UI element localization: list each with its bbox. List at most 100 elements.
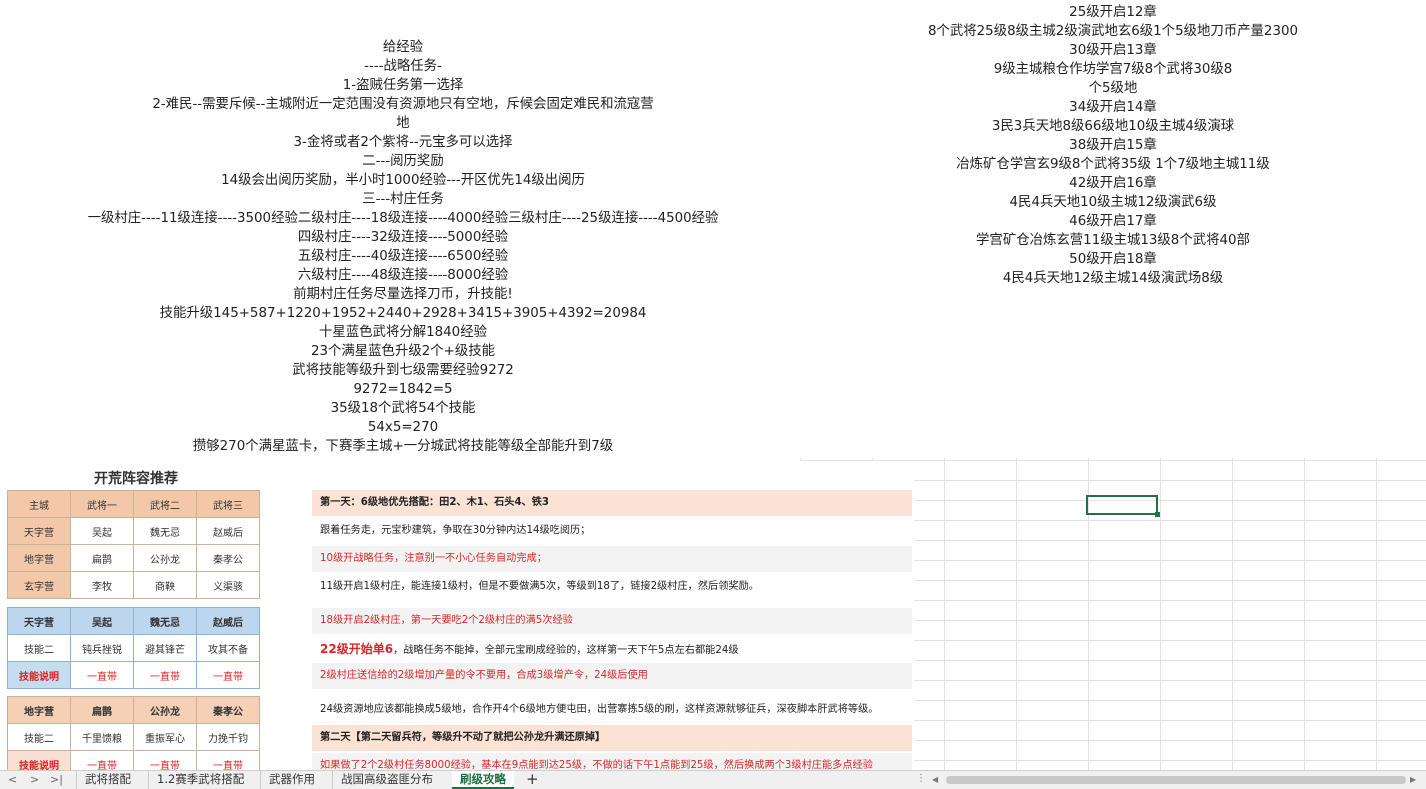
table-cell: 扁鹊 bbox=[70, 544, 134, 572]
table-cell: 重振军心 bbox=[133, 723, 197, 751]
tab-wujiang-dapei[interactable]: 武将搭配 bbox=[76, 771, 139, 789]
text-line: 8个武将25级8级主城2级演武地玄6级1个5级地刀币产量2300 bbox=[927, 24, 1299, 39]
table-row: 技能二 钝兵挫锐 避其锋芒 攻其不备 bbox=[7, 634, 260, 662]
text-line: 五级村庄----40级连接----6500经验 bbox=[297, 249, 509, 264]
table-cell: 一直带 bbox=[70, 661, 134, 689]
text-line: 二---阅历奖励 bbox=[362, 154, 444, 169]
table-cell: 避其锋芒 bbox=[133, 634, 197, 662]
sheet-tab-bar: < > >| 武将搭配 1.2赛季武将搭配 武器作用 战国高级盗匪分布 刷级攻略… bbox=[0, 770, 1426, 789]
note-day1-header: 第一天：6级地优先搭配：田2、木1、石头4、铁3 bbox=[312, 490, 912, 516]
table-cell: 地字营 bbox=[7, 544, 71, 572]
table-cell: 地字营 bbox=[7, 696, 71, 724]
table-cell: 千里馈粮 bbox=[70, 723, 134, 751]
lineup-table: 主城 武将一 武将二 武将三 天字营 吴起 魏无忌 赵威后 地字营 扁鹊 公孙龙 秦孝公 玄字营 李牧 商鞅… bbox=[7, 490, 260, 599]
table-cell: 李牧 bbox=[70, 571, 134, 599]
table-cell: 赵威后 bbox=[196, 607, 260, 635]
table-cell: 扁鹊 bbox=[70, 696, 134, 724]
table-row: 技能说明 一直带 一直带 一直带 bbox=[7, 661, 260, 689]
note-line: 18级开启2级村庄，第一天要吃2个2级村庄的满5次经验 bbox=[312, 608, 912, 634]
scrollbar-thumb[interactable] bbox=[946, 776, 1406, 784]
tab-season-lineup[interactable]: 1.2赛季武将搭配 bbox=[148, 771, 252, 789]
note-day2-header: 第二天【第二天留兵符，等级升不动了就把公孙龙升满还原掉】 bbox=[312, 725, 912, 751]
table-cell: 商鞅 bbox=[133, 571, 197, 599]
table-cell: 一直带 bbox=[133, 661, 197, 689]
add-sheet-button[interactable]: + bbox=[526, 771, 539, 787]
right-text-block[interactable]: 25级开启12章 8个武将25级8级主城2级演武地玄6级1个5级地刀币产量2300… bbox=[800, 0, 1426, 458]
text-line: 50级开启18章 bbox=[1069, 252, 1157, 267]
table-row: 地字营 扁鹊 公孙龙 秦孝公 bbox=[7, 544, 260, 572]
text-line: 4民4兵天地10级主城12级演武6级 bbox=[1009, 195, 1217, 210]
tab-leveling-guide[interactable]: 刷级攻略 bbox=[452, 771, 514, 789]
note-line: 10级开战略任务，注意别一不小心任务自动完成； bbox=[312, 546, 912, 572]
text-line: 42级开启16章 bbox=[1069, 176, 1157, 191]
table-row: 天字营 吴起 魏无忌 赵威后 bbox=[7, 517, 260, 545]
embedded-image-guide[interactable]: 开荒阵容推荐 主城 武将一 武将二 武将三 天字营 吴起 魏无忌 赵威后 地字营 扁鹊 公孙龙 秦孝公… bbox=[6, 461, 914, 771]
table-cell: 主城 bbox=[7, 490, 71, 518]
text-line: 34级开启14章 bbox=[1069, 100, 1157, 115]
selected-cell[interactable] bbox=[1086, 495, 1160, 517]
table-cell: 玄字营 bbox=[7, 571, 71, 599]
table-row: 天字营 吴起 魏无忌 赵威后 bbox=[7, 607, 260, 635]
text-line: 14级会出阅历奖励，半小时1000经验---开区优先14级出阅历 bbox=[221, 173, 585, 188]
table-cell: 武将一 bbox=[70, 490, 134, 518]
tian-camp-skill-table: 天字营 吴起 魏无忌 赵威后 技能二 钝兵挫锐 避其锋芒 攻其不备 技能说明 一直带 一直带 一直带 bbox=[7, 607, 260, 689]
nav-last-icon[interactable]: >| bbox=[50, 773, 63, 786]
table-cell: 公孙龙 bbox=[133, 696, 197, 724]
text-line: 3民3兵天地8级66级地10级主城4级演球 bbox=[991, 119, 1235, 134]
note-highlight: 22级开始单6 bbox=[320, 642, 394, 656]
table-cell: 武将三 bbox=[196, 490, 260, 518]
table-row: 玄字营 李牧 商鞅 义渠骇 bbox=[7, 571, 260, 599]
table-cell: 技能说明 bbox=[7, 750, 71, 771]
table-row: 地字营 扁鹊 公孙龙 秦孝公 bbox=[7, 696, 260, 724]
text-line: 38级开启15章 bbox=[1069, 138, 1157, 153]
scroll-left-icon[interactable]: ◀ bbox=[932, 775, 938, 784]
nav-next-icon[interactable]: > bbox=[30, 773, 39, 786]
table-cell: 一直带 bbox=[196, 750, 260, 771]
text-line: 9级主城粮仓作坊学宫7级8个武将30级8 bbox=[993, 62, 1233, 77]
table-cell: 义渠骇 bbox=[196, 571, 260, 599]
tab-weapon-use[interactable]: 武器作用 bbox=[260, 771, 323, 789]
table-cell: 秦孝公 bbox=[196, 696, 260, 724]
table-row: 技能二 千里馈粮 重振军心 力挽千钧 bbox=[7, 723, 260, 751]
text-line: 三---村庄任务 bbox=[362, 192, 444, 207]
note-line: 跟着任务走，元宝秒建筑，争取在30分钟内达14级吃阅历； bbox=[320, 525, 591, 536]
text-line: 1-盗贼任务第一选择 bbox=[342, 78, 464, 93]
table-cell: 力挽千钧 bbox=[196, 723, 260, 751]
table-cell: 公孙龙 bbox=[133, 544, 197, 572]
text-line: 25级开启12章 bbox=[1069, 5, 1157, 20]
text-line: 地 bbox=[396, 116, 410, 131]
table-cell: 技能二 bbox=[7, 634, 71, 662]
text-line: 4民4兵天地12级主城14级演武场8级 bbox=[1002, 271, 1224, 286]
text-line: 9272=1842=5 bbox=[353, 382, 453, 397]
splitter-handle-icon[interactable]: ⋮ bbox=[916, 773, 926, 784]
table-cell: 攻其不备 bbox=[196, 634, 260, 662]
table-row: 技能说明 一直带 一直带 一直带 bbox=[7, 750, 260, 771]
left-text-block[interactable]: 给经验 ----战略任务- 1-盗贼任务第一选择 2-难民--需要斥候--主城附近一定… bbox=[8, 38, 798, 460]
text-line: 攒够270个满星蓝卡，下赛季主城+一分城武将技能等级全部能升到7级 bbox=[192, 439, 614, 454]
nav-prev-icon[interactable]: < bbox=[8, 773, 17, 786]
text-line: 冶炼矿仓学宫玄9级8个武将35级 1个7级地主城11级 bbox=[956, 157, 1270, 172]
table-cell: 技能二 bbox=[7, 723, 71, 751]
text-line: 3-金将或者2个紫将--元宝多可以选择 bbox=[293, 135, 513, 150]
table-cell: 秦孝公 bbox=[196, 544, 260, 572]
text-line: 学宫矿仓冶炼玄营11级主城13级8个武将40部 bbox=[976, 233, 1250, 248]
note-rest: ，战略任务不能掉，全部元宝刷成经验的，这样第一天下午5点左右都能24级 bbox=[393, 645, 739, 656]
table-cell: 一直带 bbox=[70, 750, 134, 771]
text-line: 武将技能等级升到七级需要经验9272 bbox=[292, 363, 514, 378]
text-line: ----战略任务- bbox=[364, 59, 442, 74]
text-line: 个5级地 bbox=[1088, 81, 1138, 96]
note-line: 11级开启1级村庄，能连接1级村，但是不要做满5次，等级到18了，链接2级村庄，… bbox=[320, 581, 759, 592]
text-line: 四级村庄----32级连接----5000经验 bbox=[297, 230, 509, 245]
table-cell: 魏无忌 bbox=[133, 517, 197, 545]
table-cell: 吴起 bbox=[70, 517, 134, 545]
table-cell: 吴起 bbox=[70, 607, 134, 635]
horizontal-scrollbar[interactable]: ◀ ▶ bbox=[932, 775, 1416, 785]
note-line: 如果做了2个2级村任务8000经验，基本在9点能到达25级，不做的话下午1点能到… bbox=[312, 753, 912, 771]
text-line: 技能升级145+587+1220+1952+2440+2928+3415+390… bbox=[159, 306, 647, 321]
text-line: 30级开启13章 bbox=[1069, 43, 1157, 58]
text-line: 54x5=270 bbox=[367, 420, 439, 435]
scroll-right-icon[interactable]: ▶ bbox=[1410, 775, 1416, 784]
text-line: 46级开启17章 bbox=[1069, 214, 1157, 229]
tab-bandit-distribution[interactable]: 战国高级盗匪分布 bbox=[332, 771, 441, 789]
table-cell: 钝兵挫锐 bbox=[70, 634, 134, 662]
